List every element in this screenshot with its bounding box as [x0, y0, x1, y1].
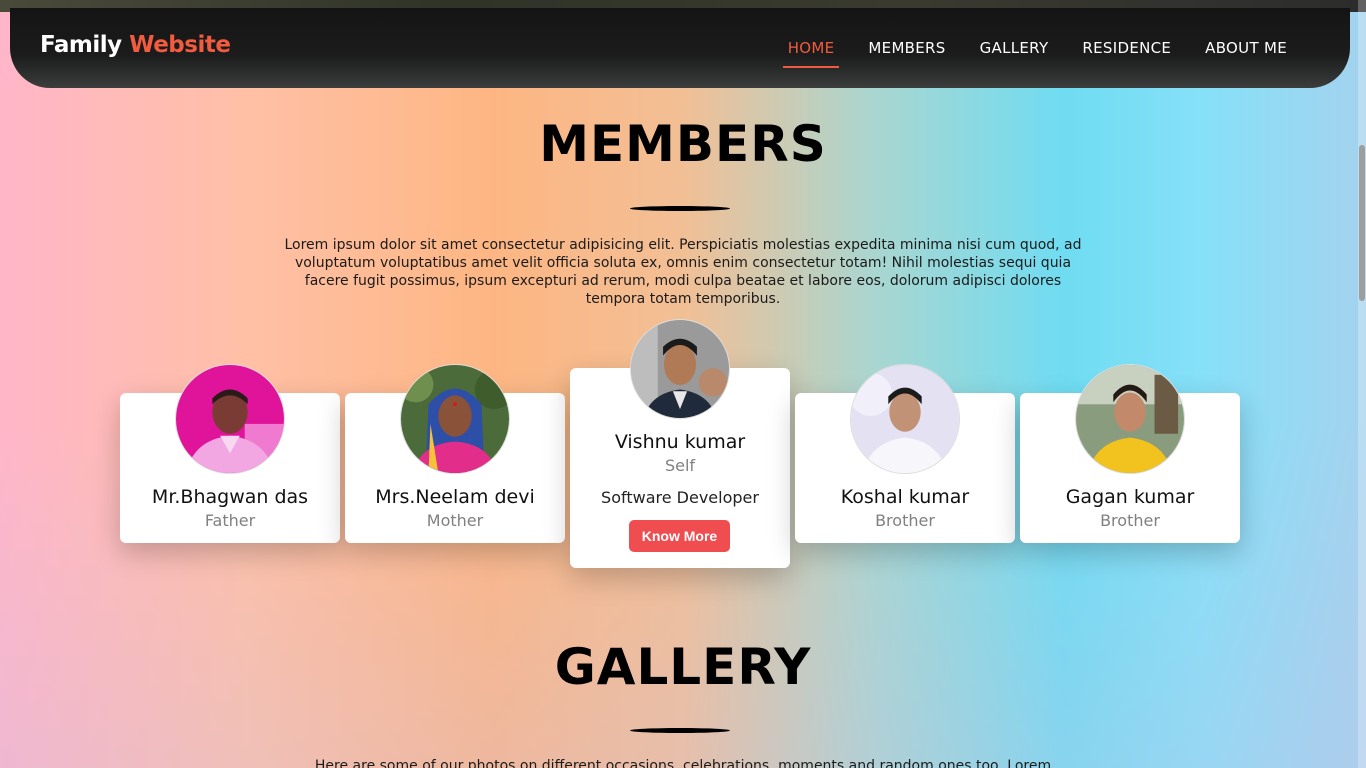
nav-gallery[interactable]: GALLERY	[963, 38, 1066, 68]
member-avatar-self	[630, 319, 730, 419]
member-role: Mother	[426, 511, 484, 530]
member-role: Self	[664, 456, 696, 475]
scrollbar-thumb[interactable]	[1359, 145, 1365, 301]
gallery-title: GALLERY	[554, 638, 812, 696]
member-role: Brother	[1100, 511, 1160, 530]
logo-accent: Website	[129, 32, 231, 58]
member-avatar-gagan	[1075, 364, 1185, 474]
member-name: Gagan kumar	[1065, 486, 1195, 508]
member-avatar-mother	[400, 364, 510, 474]
member-role: Father	[204, 511, 256, 530]
member-name: Vishnu kumar	[614, 431, 746, 453]
members-title: MEMBERS	[539, 115, 827, 173]
navbar: Family Website HOME MEMBERS GALLERY RESI…	[10, 8, 1350, 88]
members-title-underline	[630, 206, 730, 211]
gallery-description: Here are some of our photos on different…	[314, 758, 1052, 768]
nav-about-me[interactable]: ABOUT ME	[1188, 38, 1304, 68]
member-name: Mr.Bhagwan das	[151, 486, 309, 508]
know-more-button[interactable]: Know More	[629, 520, 730, 552]
nav-residence[interactable]: RESIDENCE	[1065, 38, 1188, 68]
member-job: Software Developer	[601, 488, 759, 507]
member-name: Mrs.Neelam devi	[375, 486, 535, 508]
members-description: Lorem ipsum dolor sit amet consectetur a…	[284, 237, 1082, 307]
member-avatar-father	[175, 364, 285, 474]
nav-members[interactable]: MEMBERS	[851, 38, 962, 68]
logo-text: Family	[40, 32, 122, 58]
site-logo[interactable]: Family Website	[40, 32, 231, 58]
member-role: Brother	[875, 511, 935, 530]
nav-links: HOME MEMBERS GALLERY RESIDENCE ABOUT ME	[771, 38, 1304, 68]
member-avatar-koshal	[850, 364, 960, 474]
member-name: Koshal kumar	[840, 486, 970, 508]
gallery-title-underline	[630, 728, 730, 733]
nav-home[interactable]: HOME	[771, 38, 852, 68]
page-scrollbar[interactable]	[1358, 0, 1366, 768]
